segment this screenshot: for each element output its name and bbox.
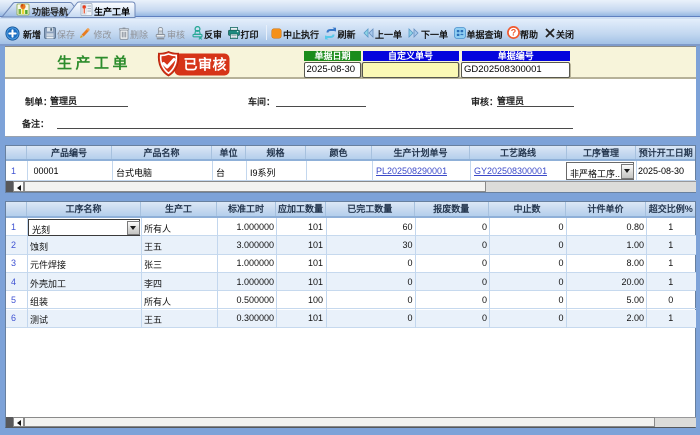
svg-text:?: ? <box>510 28 516 38</box>
svg-text:已审核: 已审核 <box>183 56 227 72</box>
